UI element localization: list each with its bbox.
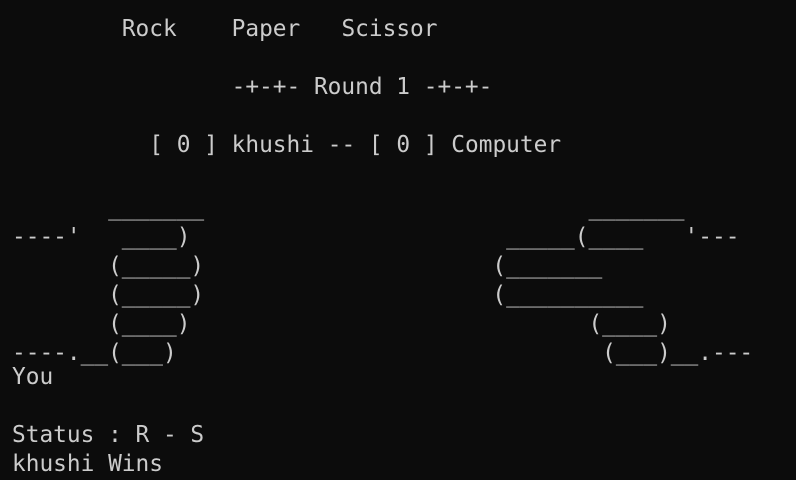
computer-name: Computer — [451, 132, 562, 158]
title-row: Rock Paper Scissor — [12, 15, 438, 44]
player-name: khushi — [231, 132, 314, 158]
title-paper: Paper — [231, 16, 301, 42]
title-rock: Rock — [121, 16, 177, 42]
computer-score: 0 — [396, 132, 411, 158]
terminal-window[interactable]: Rock Paper Scissor -+-+- Round 1 -+-+- [… — [0, 0, 796, 480]
round-text: -+-+- Round 1 -+-+- — [231, 74, 493, 100]
score-separator: -- — [327, 132, 356, 158]
status-line: Status : R - S — [12, 422, 205, 448]
scoreboard: [ 0 ] khushi -- [ 0 ] Computer — [12, 132, 562, 158]
title-scissor: Scissor — [341, 16, 438, 42]
player-score: 0 — [176, 132, 191, 158]
round-header: -+-+- Round 1 -+-+- — [12, 73, 493, 102]
you-label: You — [12, 364, 54, 390]
result-line: khushi Wins — [12, 451, 163, 477]
hands-ascii-art: _______ _______ ----' ____) _____(____ '… — [12, 195, 754, 366]
